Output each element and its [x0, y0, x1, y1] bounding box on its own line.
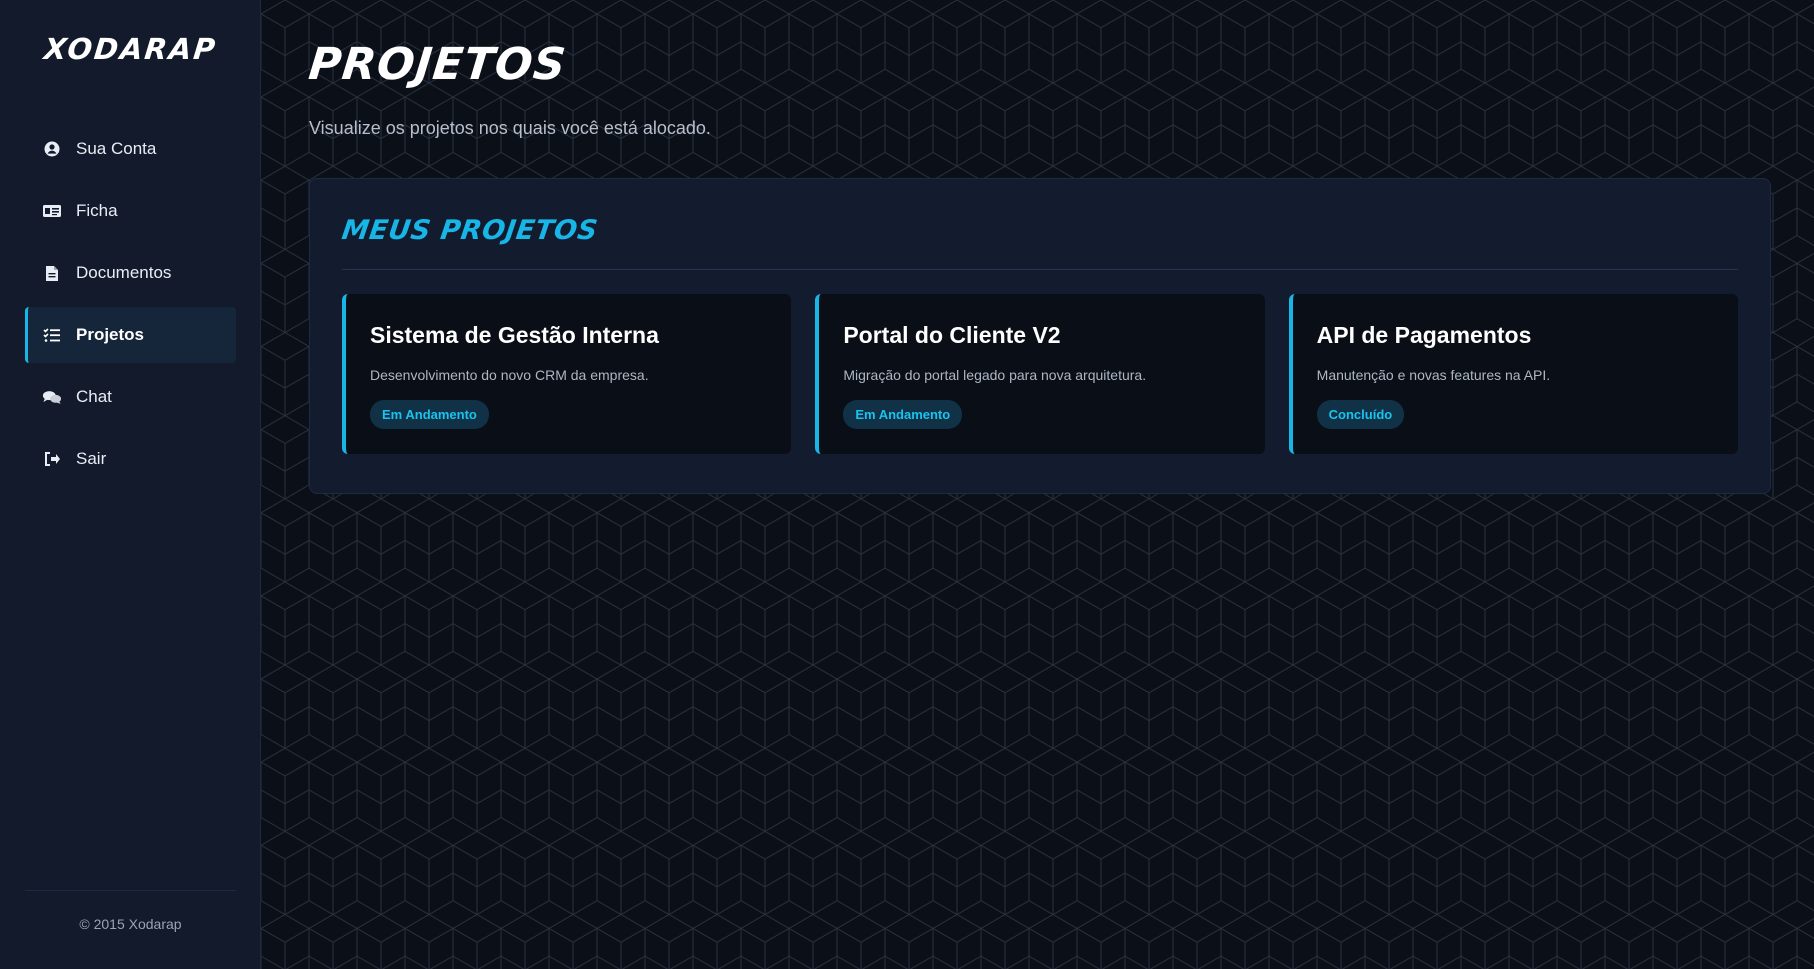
project-description: Migração do portal legado para nova arqu… [843, 367, 1147, 383]
sidebar-item-projetos[interactable]: Projetos [25, 307, 236, 363]
app-root: XODARAP Sua Conta Ficha Documentos Proje… [0, 0, 1814, 969]
logout-icon [42, 449, 62, 469]
panel-divider [342, 269, 1738, 270]
project-cards: Sistema de Gestão Interna Desenvolviment… [342, 294, 1738, 454]
user-circle-icon [42, 139, 62, 159]
sidebar-item-sua-conta[interactable]: Sua Conta [25, 121, 236, 177]
project-description: Manutenção e novas features na API. [1316, 367, 1551, 383]
status-badge: Concluído [1316, 400, 1405, 429]
sidebar-item-ficha[interactable]: Ficha [25, 183, 236, 239]
list-check-icon [42, 325, 62, 345]
project-card-api-pagamentos[interactable]: API de Pagamentos Manutenção e novas fea… [1288, 294, 1738, 454]
sidebar-item-label: Chat [76, 387, 112, 406]
project-card-sistema-gestao[interactable]: Sistema de Gestão Interna Desenvolviment… [342, 294, 792, 454]
sidebar-item-chat[interactable]: Chat [25, 369, 236, 425]
sidebar-item-label: Ficha [76, 201, 118, 220]
sidebar: XODARAP Sua Conta Ficha Documentos Proje… [0, 0, 261, 969]
status-badge: Em Andamento [843, 400, 963, 429]
projects-panel: MEUS PROJETOS Sistema de Gestão Interna … [309, 178, 1771, 494]
main-content: PROJETOS Visualize os projetos nos quais… [261, 0, 1814, 969]
brand-logo[interactable]: XODARAP [0, 32, 263, 66]
file-icon [42, 263, 62, 283]
sidebar-item-label: Sair [76, 449, 107, 468]
page-subtitle: Visualize os projetos nos quais você est… [309, 118, 711, 138]
sidebar-item-label: Sua Conta [76, 139, 157, 158]
copyright-text: © 2015 Xodarap [79, 916, 182, 932]
sidebar-nav: Sua Conta Ficha Documentos Projetos Chat… [25, 121, 236, 493]
project-title: Sistema de Gestão Interna [370, 322, 659, 348]
chat-bubbles-icon [42, 387, 62, 407]
project-description: Desenvolvimento do novo CRM da empresa. [370, 367, 649, 383]
project-card-portal-cliente[interactable]: Portal do Cliente V2 Migração do portal … [815, 294, 1265, 454]
panel-title: MEUS PROJETOS [339, 215, 600, 246]
page-title: PROJETOS [306, 39, 569, 90]
sidebar-item-documentos[interactable]: Documentos [25, 245, 236, 301]
sidebar-item-label: Documentos [76, 263, 172, 282]
project-title: Portal do Cliente V2 [843, 322, 1061, 348]
sidebar-item-label: Projetos [76, 325, 145, 344]
id-card-icon [42, 201, 62, 221]
content-area: PROJETOS Visualize os projetos nos quais… [306, 0, 1771, 494]
sidebar-item-sair[interactable]: Sair [25, 431, 236, 487]
project-title: API de Pagamentos [1316, 322, 1532, 348]
status-badge: Em Andamento [370, 400, 489, 429]
sidebar-divider [25, 890, 236, 891]
